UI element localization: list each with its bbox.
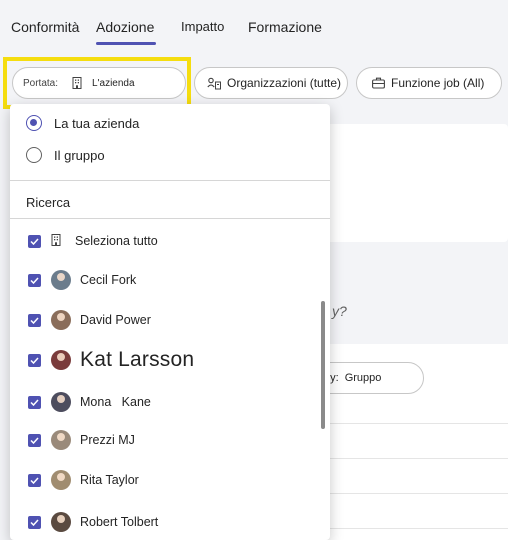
list-item[interactable]: Cecil Fork [28, 270, 136, 290]
divider [10, 180, 330, 181]
checkbox-checked-icon[interactable] [28, 395, 41, 409]
tab-conformita[interactable]: Conformità [11, 19, 79, 35]
building-icon [70, 76, 84, 90]
select-all-item[interactable]: Seleziona tutto [28, 234, 158, 248]
organizations-filter-button[interactable]: Organizzazioni (tutte) [194, 67, 348, 99]
option-group[interactable]: Il gruppo [26, 147, 105, 163]
person-name: David Power [80, 313, 151, 327]
avatar [51, 350, 71, 370]
list-item[interactable]: David Power [28, 310, 151, 330]
people-org-icon [207, 76, 221, 90]
checkbox-checked-icon[interactable] [28, 273, 41, 287]
checkbox-checked-icon[interactable] [28, 234, 41, 248]
select-all-label: Seleziona tutto [75, 234, 158, 248]
radio-selected[interactable] [26, 115, 42, 131]
table-row-divider [316, 423, 508, 424]
option-your-company[interactable]: La tua azienda [26, 115, 139, 131]
person-name: Kat Larsson [80, 348, 195, 371]
checkbox-checked-icon[interactable] [28, 473, 41, 487]
list-item[interactable]: Rita Taylor [28, 470, 139, 490]
radio-unselected[interactable] [26, 147, 42, 163]
table-row-divider [316, 493, 508, 494]
person-name: Rita Taylor [80, 473, 139, 487]
scope-dropdown-panel: La tua azienda Il gruppo Ricerca Selezio… [10, 104, 330, 540]
person-name: Prezzi MJ [80, 433, 135, 447]
table-row-divider [316, 528, 508, 529]
avatar [51, 512, 71, 532]
scope-label: Portata: [23, 77, 59, 89]
tab-formazione[interactable]: Formazione [248, 19, 322, 35]
option-label: Il gruppo [54, 147, 105, 163]
briefcase-icon [371, 76, 385, 90]
list-item[interactable]: Mona Kane [28, 392, 151, 412]
divider [10, 218, 330, 219]
scope-filter-button[interactable]: Portata: L'azienda [12, 67, 186, 99]
checkbox-checked-icon[interactable] [28, 313, 41, 327]
avatar [51, 392, 71, 412]
group-by-value: Gruppo [344, 372, 382, 384]
building-icon [51, 234, 63, 248]
option-label: La tua azienda [54, 115, 140, 131]
job-function-filter-button[interactable]: Funzione job (All) [356, 67, 502, 99]
tab-adozione[interactable]: Adozione [96, 19, 154, 35]
checkbox-checked-icon[interactable] [28, 515, 41, 529]
active-tab-indicator [96, 42, 156, 45]
avatar [51, 430, 71, 450]
dropdown-scrollbar[interactable] [321, 301, 325, 429]
tab-bar: Conformità Adozione Impatto Formazione [0, 0, 508, 50]
list-item[interactable]: Kat Larsson [28, 348, 194, 372]
person-name: Cecil Fork [80, 273, 137, 287]
table-row-divider [316, 458, 508, 459]
avatar [51, 270, 71, 290]
background-question-text: y? [332, 303, 347, 319]
job-function-label: Funzione job (All) [391, 76, 485, 90]
person-name: Robert Tolbert [80, 515, 159, 529]
organizations-label: Organizzazioni (tutte) [227, 76, 342, 90]
background-card [316, 124, 508, 242]
tab-impatto[interactable]: Impatto [181, 19, 224, 34]
search-label: Ricerca [26, 195, 71, 210]
checkbox-checked-icon[interactable] [28, 433, 41, 447]
scope-value: L'azienda [92, 77, 135, 89]
list-item[interactable]: Prezzi MJ [28, 430, 135, 450]
person-name: Mona Kane [80, 395, 151, 409]
avatar [51, 470, 71, 490]
checkbox-checked-icon[interactable] [28, 353, 41, 367]
avatar [51, 310, 71, 330]
list-item[interactable]: Robert Tolbert [28, 512, 158, 532]
